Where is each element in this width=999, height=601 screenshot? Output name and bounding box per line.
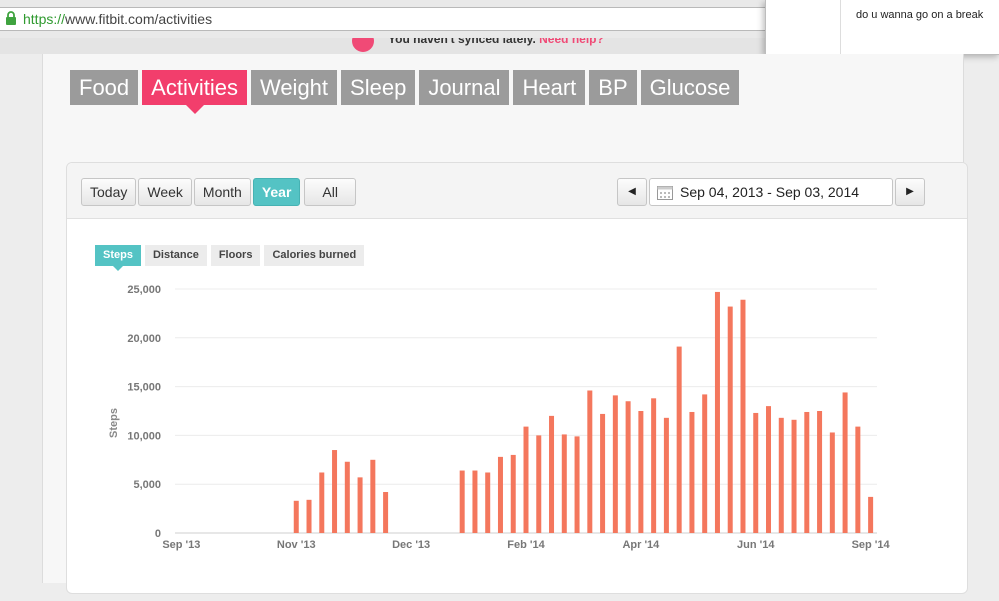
bar[interactable]: [791, 419, 797, 533]
tab-glucose[interactable]: Glucose: [640, 70, 740, 105]
main-nav-tabs: Food Activities Weight Sleep Journal Hea…: [70, 70, 740, 114]
metric-tab-distance[interactable]: Distance: [144, 245, 207, 266]
bar[interactable]: [829, 432, 835, 533]
y-tick-label: 25,000: [127, 284, 161, 296]
y-tick-label: 10,000: [127, 430, 161, 442]
calendar-icon: [657, 185, 673, 205]
tab-activities[interactable]: Activities: [142, 70, 247, 114]
prev-period-button[interactable]: ◀: [617, 178, 647, 206]
x-tick-label: Apr '14: [622, 539, 660, 551]
bar[interactable]: [574, 436, 580, 533]
activity-chart-panel: Today Week Month Year All ◀ Sep 04, 2013…: [66, 162, 968, 594]
bar[interactable]: [676, 346, 682, 533]
tab-weight[interactable]: Weight: [250, 70, 338, 105]
bar[interactable]: [766, 406, 772, 533]
range-today-button[interactable]: Today: [81, 178, 137, 206]
range-button-group: Today Week Month Year All: [81, 178, 358, 206]
bar[interactable]: [612, 395, 618, 533]
bar[interactable]: [778, 417, 784, 533]
y-axis-ticks: 0 5,000 10,000 15,000 20,000 25,000: [127, 284, 161, 540]
bar[interactable]: [804, 411, 810, 533]
x-tick-label: Sep '13: [162, 539, 200, 551]
chat-divider: [840, 0, 841, 54]
bar[interactable]: [689, 411, 695, 533]
date-range-field[interactable]: Sep 04, 2013 - Sep 03, 2014: [649, 178, 893, 206]
y-tick-label: 5,000: [133, 479, 161, 491]
bar[interactable]: [855, 426, 861, 533]
x-tick-label: Jun '14: [737, 539, 775, 551]
next-period-button[interactable]: ▶: [895, 178, 925, 206]
bar[interactable]: [727, 306, 733, 533]
x-tick-label: Nov '13: [277, 539, 316, 551]
bar[interactable]: [357, 477, 363, 533]
steps-bar-chart: 0 5,000 10,000 15,000 20,000 25,000 Sep '13 No…: [108, 284, 891, 551]
bar[interactable]: [472, 470, 478, 533]
metric-tab-floors[interactable]: Floors: [210, 245, 261, 266]
bar[interactable]: [868, 496, 874, 533]
bar[interactable]: [306, 499, 312, 533]
x-axis-ticks: Sep '13 Nov '13 Dec '13 Feb '14 Apr '14 Jun '…: [162, 539, 890, 551]
bar[interactable]: [497, 456, 503, 533]
bar[interactable]: [651, 398, 657, 533]
x-tick-label: Feb '14: [507, 539, 545, 551]
bar[interactable]: [293, 500, 299, 533]
bar[interactable]: [523, 426, 529, 533]
chat-window: do u wanna go on a break: [765, 0, 999, 55]
tab-journal[interactable]: Journal: [419, 70, 510, 105]
bar[interactable]: [510, 454, 516, 533]
bar[interactable]: [625, 401, 631, 533]
bar[interactable]: [549, 415, 555, 533]
bar[interactable]: [332, 450, 338, 533]
bar[interactable]: [638, 411, 644, 533]
bar[interactable]: [702, 394, 708, 533]
bar[interactable]: [319, 472, 325, 533]
bar[interactable]: [587, 390, 593, 533]
panel-header: Today Week Month Year All ◀ Sep 04, 2013…: [67, 163, 967, 219]
tab-food[interactable]: Food: [70, 70, 139, 105]
bar[interactable]: [459, 470, 465, 533]
range-month-button[interactable]: Month: [193, 178, 251, 206]
y-tick-label: 0: [155, 528, 161, 540]
bar[interactable]: [753, 412, 759, 533]
range-year-button[interactable]: Year: [252, 178, 301, 206]
bar[interactable]: [714, 291, 720, 533]
date-range-text: Sep 04, 2013 - Sep 03, 2014: [680, 184, 860, 200]
chart-bars: [293, 291, 874, 533]
bar[interactable]: [600, 413, 606, 533]
need-help-link[interactable]: Need help?: [539, 38, 604, 46]
bar[interactable]: [740, 299, 746, 533]
bar[interactable]: [817, 411, 823, 533]
bar[interactable]: [536, 435, 542, 533]
chat-message: do u wanna go on a break: [856, 9, 984, 21]
metric-tab-calories[interactable]: Calories burned: [264, 245, 365, 266]
sync-alert-icon: [352, 38, 374, 52]
bar[interactable]: [842, 392, 848, 533]
y-axis-label: Steps: [108, 408, 120, 438]
bar[interactable]: [383, 492, 389, 533]
y-tick-label: 20,000: [127, 333, 161, 345]
x-tick-label: Dec '13: [392, 539, 430, 551]
metric-tab-steps[interactable]: Steps: [95, 245, 141, 271]
lock-icon: [5, 11, 17, 31]
range-week-button[interactable]: Week: [138, 178, 192, 206]
bar[interactable]: [663, 417, 669, 533]
range-all-button[interactable]: All: [304, 178, 356, 206]
url-text: https://www.fitbit.com/activities: [23, 11, 213, 27]
tab-heart[interactable]: Heart: [513, 70, 586, 105]
x-tick-label: Sep '14: [852, 539, 891, 551]
tab-sleep[interactable]: Sleep: [341, 70, 416, 105]
bar[interactable]: [370, 459, 376, 533]
bar[interactable]: [485, 472, 491, 533]
metric-tabs: Steps Distance Floors Calories burned: [95, 245, 365, 271]
notice-text: You haven't synced lately.: [388, 38, 536, 46]
tab-bp[interactable]: BP: [589, 70, 637, 105]
bar[interactable]: [344, 461, 350, 533]
bar[interactable]: [561, 434, 567, 533]
y-tick-label: 15,000: [127, 382, 161, 394]
